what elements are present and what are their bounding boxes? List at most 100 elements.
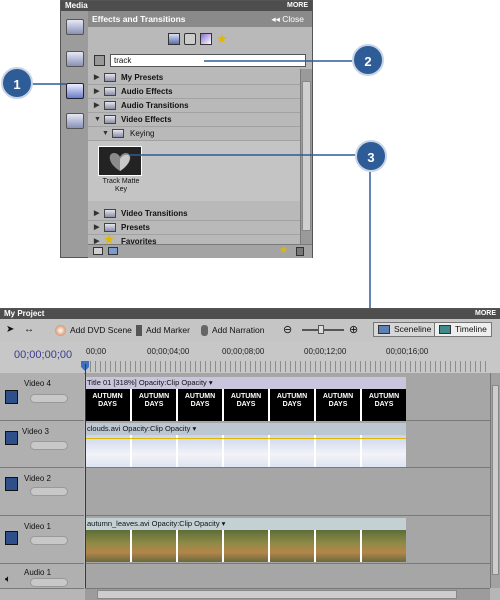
leaves-frame: [85, 530, 132, 562]
current-timecode[interactable]: 00;00;00;00: [14, 349, 72, 361]
track-keyframe-controls[interactable]: [30, 487, 68, 496]
project-more-button[interactable]: MORE: [475, 309, 496, 319]
track-header-audio-1[interactable]: 🔈︎ Audio 1: [0, 564, 84, 589]
selection-tool-icon[interactable]: ➤: [6, 323, 14, 337]
add-marker-label: Add Marker: [146, 325, 190, 335]
scrollbar-thumb[interactable]: [97, 590, 457, 599]
title-frame-text: DAYS: [236, 401, 256, 408]
title-clip[interactable]: Title 01 [318%] Opacity:Clip Opacity ▾ A…: [85, 377, 406, 421]
track-keyframe-controls[interactable]: [30, 578, 68, 587]
clouds-frame: [316, 435, 362, 467]
leaves-frame: [132, 530, 178, 562]
clip-name: autumn_leaves.avi: [87, 519, 150, 528]
sceneline-label: Sceneline: [394, 324, 432, 334]
zoom-slider-handle[interactable]: [318, 325, 324, 334]
leaves-frame: [178, 530, 224, 562]
title-frame-text: AUTUMN: [368, 393, 400, 400]
track-name: Video 2: [24, 474, 51, 483]
track-keyframe-controls[interactable]: [30, 441, 68, 450]
timeline-vertical-scrollbar[interactable]: [490, 373, 500, 588]
speaker-icon: 🔈︎: [5, 574, 11, 585]
title-frame-text: DAYS: [374, 401, 394, 408]
track-keyframe-controls[interactable]: [30, 536, 68, 545]
clip-header: Title 01 [318%] Opacity:Clip Opacity ▾: [85, 377, 406, 389]
track-name: Video 3: [22, 427, 49, 436]
project-title: My Project: [4, 309, 45, 318]
title-frame-text: DAYS: [98, 401, 117, 408]
clouds-frame: [362, 435, 406, 467]
clouds-clip[interactable]: clouds.avi Opacity:Clip Opacity ▾: [85, 423, 406, 467]
title-frame-text: AUTUMN: [92, 393, 123, 400]
add-dvd-scene-button[interactable]: Add DVD Scene: [55, 323, 132, 337]
marker-icon: [136, 325, 142, 337]
title-frame: AUTUMN DAYS: [270, 389, 316, 421]
ruler-tick: 00;00;16;00: [386, 347, 429, 356]
track-name: Video 1: [24, 522, 51, 531]
clouds-frame: [85, 435, 132, 467]
track-name: Video 4: [24, 379, 51, 388]
ruler-tick: 00;00;04;00: [147, 347, 190, 356]
sceneline-button[interactable]: Sceneline: [373, 322, 437, 337]
title-frame-text: DAYS: [144, 401, 164, 408]
track-name: Audio 1: [24, 568, 52, 577]
scrollbar-thumb[interactable]: [492, 385, 499, 575]
title-frame-text: AUTUMN: [276, 393, 308, 400]
zoom-out-icon[interactable]: ⊖: [283, 323, 292, 337]
callout-3: 3: [355, 140, 387, 172]
opacity-rubberband[interactable]: [85, 438, 406, 439]
title-frame: AUTUMN DAYS: [362, 389, 406, 421]
clip-opacity-dropdown[interactable]: Opacity:Clip Opacity: [139, 378, 207, 387]
clouds-frame: [132, 435, 178, 467]
track-lane-video-4[interactable]: Title 01 [318%] Opacity:Clip Opacity ▾ A…: [85, 373, 490, 421]
project-title-bar: My Project MORE: [0, 309, 500, 319]
track-lane-video-1[interactable]: autumn_leaves.avi Opacity:Clip Opacity ▾: [85, 516, 490, 564]
ruler-tick: 00;00;08;00: [222, 347, 265, 356]
timeline-horizontal-scrollbar[interactable]: [85, 588, 490, 600]
clip-header: clouds.avi Opacity:Clip Opacity ▾: [85, 423, 406, 435]
title-frame-text: AUTUMN: [230, 393, 262, 400]
ruler-ticks: [85, 361, 490, 372]
dvd-icon: [55, 325, 66, 337]
track-lane-audio-1[interactable]: [85, 564, 490, 589]
track-keyframe-controls[interactable]: [30, 394, 68, 403]
clip-opacity-dropdown[interactable]: Opacity:Clip Opacity: [122, 424, 190, 433]
video-track-icon: [5, 431, 18, 445]
add-marker-button[interactable]: Add Marker: [136, 323, 190, 337]
autumn-leaves-clip[interactable]: autumn_leaves.avi Opacity:Clip Opacity ▾: [85, 518, 406, 563]
time-ruler[interactable]: 00;00;00;00 00;00 00;00;04;00 00;00;08;0…: [0, 341, 500, 374]
title-frame: AUTUMN DAYS: [85, 389, 132, 421]
title-frame: AUTUMN DAYS: [316, 389, 362, 421]
track-lane-video-2[interactable]: [85, 468, 490, 516]
add-narration-button[interactable]: Add Narration: [201, 323, 264, 337]
track-header-video-3[interactable]: Video 3: [0, 421, 84, 468]
time-stretch-tool-icon[interactable]: ↔: [24, 323, 34, 337]
track-header-video-4[interactable]: Video 4: [0, 373, 84, 421]
video-track-icon: [5, 477, 18, 491]
title-frame-text: AUTUMN: [322, 393, 354, 400]
track-header-video-1[interactable]: Video 1: [0, 516, 84, 564]
video-track-icon: [5, 390, 18, 404]
playhead-line: [85, 364, 86, 588]
track-lane-video-3[interactable]: clouds.avi Opacity:Clip Opacity ▾: [85, 421, 490, 468]
add-narration-label: Add Narration: [212, 325, 265, 335]
title-frame: AUTUMN DAYS: [224, 389, 270, 421]
project-panel: My Project MORE ➤ ↔ Add DVD Scene Add Ma…: [0, 308, 500, 600]
zoom-in-icon[interactable]: ⊕: [349, 323, 358, 337]
add-dvd-scene-label: Add DVD Scene: [70, 325, 132, 335]
microphone-icon: [201, 325, 208, 337]
timeline-button[interactable]: Timeline: [434, 322, 492, 337]
clip-opacity-dropdown[interactable]: Opacity:Clip Opacity: [152, 519, 220, 528]
callout-1: 1: [1, 67, 33, 99]
leaves-frame: [270, 530, 316, 562]
ruler-tick: 00;00: [86, 347, 107, 356]
clip-name: Title 01 [318%]: [87, 378, 137, 387]
title-frame-text: DAYS: [190, 401, 210, 408]
clip-name: clouds.avi: [87, 424, 121, 433]
leaves-frame: [362, 530, 406, 562]
clip-header: autumn_leaves.avi Opacity:Clip Opacity ▾: [85, 518, 406, 530]
title-frame: AUTUMN DAYS: [132, 389, 178, 421]
title-frame-text: DAYS: [328, 401, 348, 408]
leaves-frame: [224, 530, 270, 562]
track-header-video-2[interactable]: Video 2: [0, 468, 84, 516]
ruler-tick: 00;00;12;00: [304, 347, 347, 356]
